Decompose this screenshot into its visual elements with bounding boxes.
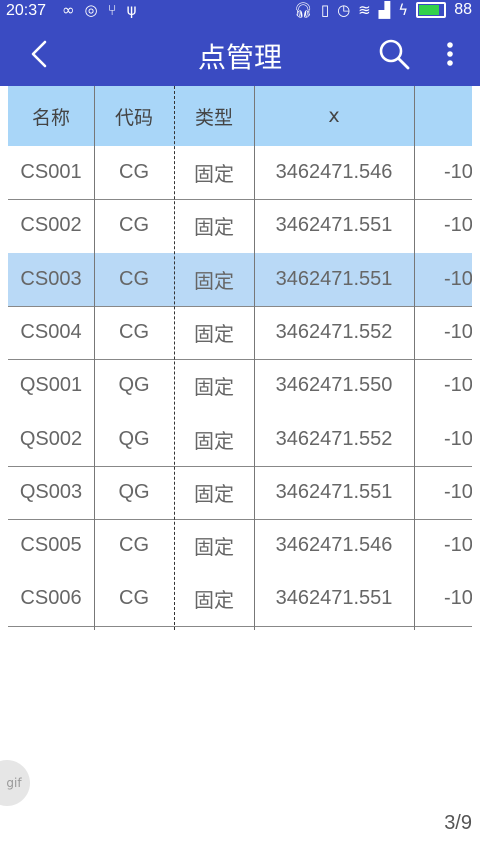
cell-y: -10 bbox=[444, 320, 472, 343]
cell-y: -10 bbox=[444, 267, 472, 290]
header-x[interactable]: x bbox=[254, 86, 414, 146]
cell-code: CG bbox=[119, 534, 149, 557]
page-indicator: 3/9 bbox=[444, 812, 472, 834]
cell-code: CG bbox=[119, 320, 149, 343]
cell-code: CG bbox=[119, 267, 149, 290]
cell-code: CG bbox=[119, 214, 149, 237]
status-left-icons: ∞ ◎ ⑂ ψ bbox=[62, 1, 137, 19]
cell-y: -10 bbox=[444, 161, 472, 183]
table-row[interactable]: CS004 CG 固定 3462471.552 -10 bbox=[8, 306, 472, 359]
cell-code: QG bbox=[118, 427, 150, 450]
headset-icon: 🎧︎ bbox=[293, 1, 313, 19]
signal-icon: ▟ bbox=[378, 1, 391, 19]
header-type[interactable]: 类型 bbox=[174, 86, 254, 146]
cell-code: CG bbox=[119, 161, 149, 183]
cell-x: 3462471.552 bbox=[275, 427, 393, 450]
wifi-icon: ≋ bbox=[358, 1, 371, 19]
app-bar: 点管理 bbox=[0, 24, 480, 86]
status-bar: 20:37 ∞ ◎ ⑂ ψ 🎧︎ ▯ ◷ ≋ ▟ ϟ 88 bbox=[0, 0, 480, 24]
cell-type: 固定 bbox=[194, 164, 234, 186]
points-table[interactable]: 名称 代码 类型 x CS001 CG 固定 3462471.546 -10 CS002 C… bbox=[8, 86, 472, 630]
alarm-icon: ◷ bbox=[337, 1, 351, 19]
cell-type: 固定 bbox=[194, 590, 234, 613]
cell-code: QG bbox=[118, 480, 150, 503]
cell-type: 固定 bbox=[194, 430, 234, 453]
cell-type: 固定 bbox=[194, 537, 234, 560]
usb-plug-icon: ψ bbox=[126, 1, 137, 19]
grid-line bbox=[174, 86, 175, 630]
cell-type: 固定 bbox=[194, 323, 234, 346]
table-row[interactable]: QS003 QG 固定 3462471.551 -10 bbox=[8, 466, 472, 519]
search-icon[interactable] bbox=[376, 36, 412, 72]
cell-name: CS002 bbox=[20, 214, 82, 237]
cell-type: 固定 bbox=[194, 483, 234, 506]
header-y[interactable] bbox=[414, 86, 472, 146]
cell-x: 3462471.551 bbox=[275, 587, 393, 610]
cell-type: 固定 bbox=[194, 270, 234, 293]
cell-code: CG bbox=[119, 587, 149, 610]
header-code[interactable]: 代码 bbox=[94, 86, 174, 146]
status-right-icons: 🎧︎ ▯ ◷ ≋ ▟ ϟ 88 bbox=[294, 1, 472, 19]
battery-level: 88 bbox=[454, 1, 472, 18]
table-row[interactable]: CS002 CG 固定 3462471.551 -10 bbox=[8, 199, 472, 252]
cell-type: 固定 bbox=[194, 377, 234, 400]
cell-x: 3462471.546 bbox=[275, 534, 393, 557]
grid-line bbox=[414, 86, 415, 630]
usb-icon: ⑂ bbox=[107, 1, 117, 19]
cell-code: QG bbox=[118, 374, 150, 397]
cell-name: QS001 bbox=[19, 374, 83, 397]
bolt-icon: ϟ bbox=[398, 1, 409, 19]
grid-line bbox=[254, 86, 255, 630]
table-row[interactable]: QS001 QG 固定 3462471.550 -10 bbox=[8, 359, 472, 412]
cell-name: CS003 bbox=[20, 267, 82, 290]
cell-x: 3462471.546 bbox=[275, 161, 393, 183]
more-vert-icon[interactable] bbox=[438, 36, 462, 72]
cell-x: 3462471.551 bbox=[275, 267, 393, 290]
cell-name: CS004 bbox=[20, 320, 82, 343]
row-divider bbox=[8, 625, 472, 627]
table-row[interactable]: CS005 CG 固定 3462471.546 -10 bbox=[8, 519, 472, 572]
cell-y: -10 bbox=[444, 587, 472, 610]
grid-line bbox=[94, 86, 95, 630]
gif-badge: gif bbox=[0, 760, 30, 806]
table-header: 名称 代码 类型 x bbox=[8, 86, 472, 146]
cell-y: -10 bbox=[444, 214, 472, 237]
table-row[interactable]: QS002 QG 固定 3462471.552 -10 bbox=[8, 413, 472, 466]
cell-x: 3462471.551 bbox=[275, 214, 393, 237]
circle-p-icon: ◎ bbox=[84, 1, 98, 19]
table-row[interactable]: CS003 CG 固定 3462471.551 -10 bbox=[8, 252, 472, 306]
cell-type: 固定 bbox=[194, 217, 234, 240]
cell-name: CS005 bbox=[20, 534, 82, 557]
cell-name: QS002 bbox=[19, 427, 83, 450]
header-name[interactable]: 名称 bbox=[8, 86, 94, 146]
cell-y: -10 bbox=[444, 427, 472, 450]
table-row[interactable]: CS001 CG 固定 3462471.546 -10 bbox=[8, 146, 472, 199]
cell-name: CS001 bbox=[20, 161, 82, 183]
cell-x: 3462471.550 bbox=[275, 374, 393, 397]
cell-y: -10 bbox=[444, 534, 472, 557]
table-row[interactable]: CS006 CG 固定 3462471.551 -10 bbox=[8, 572, 472, 625]
infinity-icon: ∞ bbox=[62, 1, 75, 19]
vibrate-icon: ▯ bbox=[320, 1, 330, 19]
cell-x: 3462471.551 bbox=[275, 480, 393, 503]
status-time: 20:37 bbox=[6, 2, 47, 19]
cell-name: QS003 bbox=[19, 480, 83, 503]
battery-icon bbox=[416, 2, 447, 18]
cell-y: -10 bbox=[444, 480, 472, 503]
cell-y: -10 bbox=[444, 374, 472, 397]
cell-x: 3462471.552 bbox=[275, 320, 393, 343]
cell-name: CS006 bbox=[20, 587, 82, 610]
